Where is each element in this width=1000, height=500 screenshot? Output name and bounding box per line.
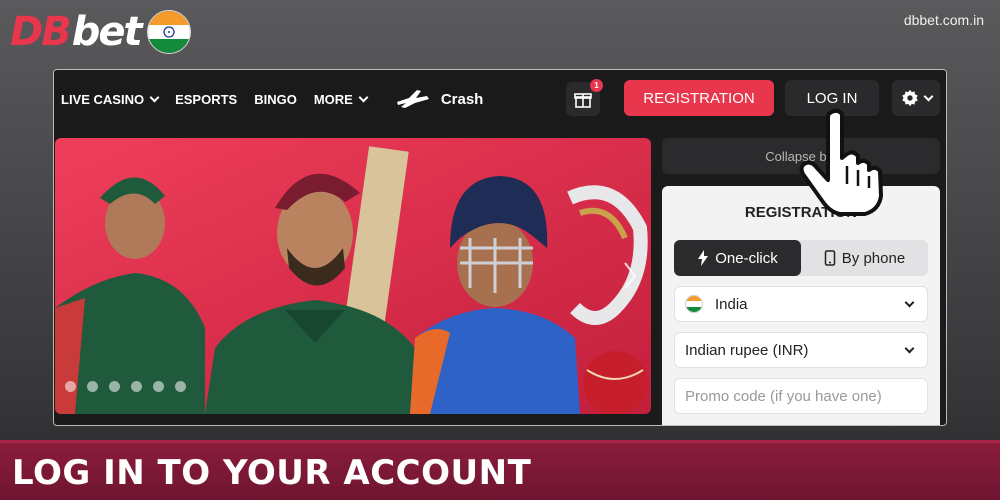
carousel-dot[interactable]: [131, 381, 142, 392]
chevron-down-icon: [904, 297, 915, 308]
banner-artwork: [55, 138, 651, 414]
tab-one-click[interactable]: One-click: [674, 240, 801, 276]
carousel-dot[interactable]: [109, 381, 120, 392]
nav-more[interactable]: MORE: [313, 91, 369, 107]
nav-more-label: MORE: [313, 91, 353, 107]
chevron-down-icon: [358, 92, 369, 102]
tab-by-phone-label: By phone: [841, 249, 906, 267]
gift-icon: [574, 93, 592, 108]
nav-esports-label: ESPORTS: [175, 91, 238, 107]
nav-live-casino-label: LIVE CASINO: [61, 91, 145, 107]
currency-value: Indian rupee (INR): [685, 341, 809, 359]
carousel-dot[interactable]: [87, 381, 98, 392]
gear-icon: [901, 89, 918, 107]
caption-title: LOG IN TO YOUR ACCOUNT: [12, 453, 532, 493]
registration-button[interactable]: REGISTRATION: [624, 80, 774, 116]
carousel-dot[interactable]: [175, 381, 186, 392]
country-select[interactable]: India: [674, 286, 928, 322]
country-value: India: [715, 295, 748, 313]
chevron-down-icon: [149, 92, 160, 102]
nav-bingo-label: BINGO: [254, 91, 297, 107]
caption-bar: LOG IN TO YOUR ACCOUNT: [0, 440, 1000, 500]
tab-by-phone[interactable]: By phone: [801, 240, 928, 276]
registration-panel: REGISTRATION One-click By phone India In…: [662, 186, 940, 425]
carousel-dots: [65, 381, 186, 392]
chevron-down-icon: [904, 343, 915, 354]
site-url: dbbet.com.in: [903, 12, 984, 28]
carousel-dot[interactable]: [153, 381, 164, 392]
nav-crash[interactable]: Crash: [395, 88, 484, 110]
nav-bingo[interactable]: BINGO: [254, 92, 297, 107]
nav-crash-label: Crash: [440, 90, 484, 108]
india-flag-icon: [685, 295, 703, 313]
chevron-down-icon: [923, 91, 933, 101]
promo-code-placeholder: Promo code (if you have one): [685, 387, 882, 405]
pointer-hand-icon: [799, 108, 883, 216]
tab-one-click-label: One-click: [715, 249, 778, 267]
logo-bet-text: bet: [71, 9, 143, 55]
registration-tabs: One-click By phone: [674, 240, 928, 276]
promo-code-input[interactable]: Promo code (if you have one): [674, 378, 928, 414]
settings-button[interactable]: [892, 80, 940, 116]
logo-db-text: DB: [10, 9, 72, 55]
phone-icon: [824, 250, 836, 266]
lightning-icon: [698, 250, 709, 266]
currency-select[interactable]: Indian rupee (INR): [674, 332, 928, 368]
gift-button[interactable]: 1: [566, 79, 603, 116]
gift-badge: 1: [590, 79, 603, 92]
carousel-dot[interactable]: [65, 381, 76, 392]
brand-logo: DB bet: [10, 8, 191, 56]
airplane-icon: [396, 90, 429, 108]
nav-esports[interactable]: ESPORTS: [175, 92, 237, 107]
india-flag-icon: [146, 10, 191, 54]
promo-banner[interactable]: [55, 138, 651, 414]
nav-live-casino[interactable]: LIVE CASINO: [61, 91, 160, 107]
